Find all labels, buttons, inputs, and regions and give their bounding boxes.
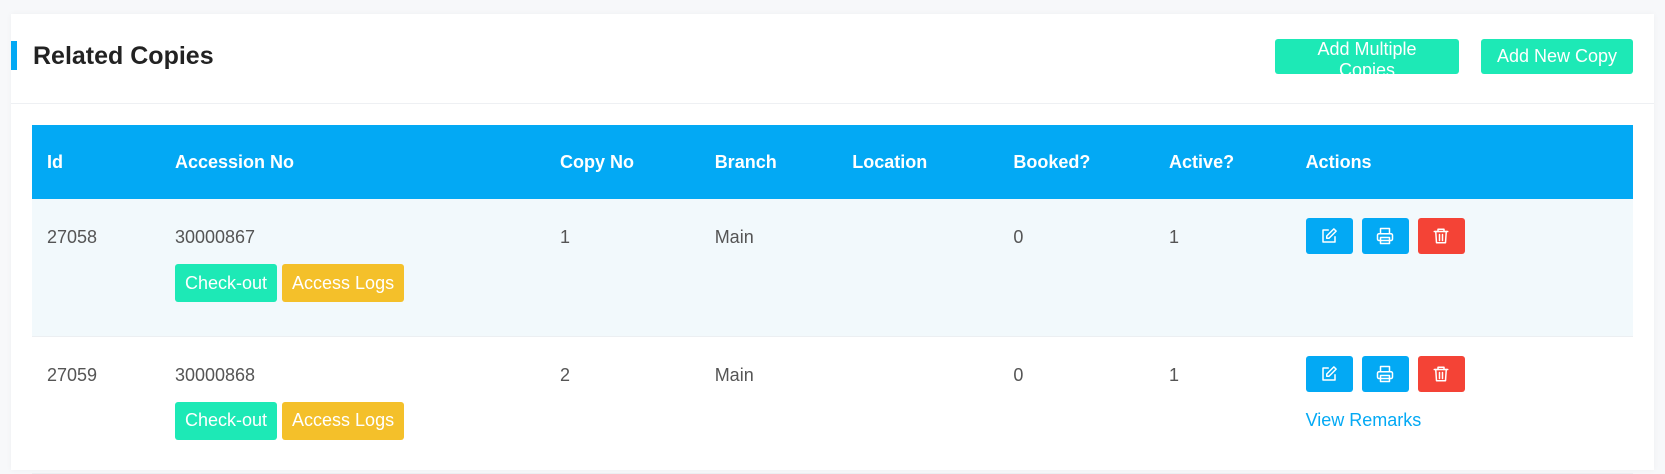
cell-booked: 0 <box>998 199 1154 336</box>
print-icon <box>1376 227 1394 245</box>
trash-icon <box>1433 366 1449 381</box>
accession-value: 30000868 <box>174 364 256 385</box>
id-value: 27058 <box>47 227 98 247</box>
cell-accession: 30000868 Check-out Access Logs <box>160 336 545 473</box>
column-header-active: Active? <box>1169 151 1235 172</box>
active-value: 1 <box>1169 364 1180 385</box>
copies-table: Id Accession No Copy No Branch Location … <box>32 125 1633 474</box>
table-row: 27059 30000868 Check-out Access Logs 2 M… <box>32 336 1633 473</box>
branch-value: Main <box>714 227 754 247</box>
add-multiple-copies-button[interactable]: Add Multiple Copies <box>1275 39 1459 80</box>
edit-button[interactable] <box>1305 355 1353 392</box>
active-value: 1 <box>1169 227 1180 247</box>
table-row: 27058 30000867 Check-out Access Logs 1 M… <box>32 199 1633 336</box>
cell-id: 27058 <box>32 199 160 336</box>
copies-table-wrapper: Id Accession No Copy No Branch Location … <box>32 125 1633 474</box>
cell-actions: View Remarks <box>1291 336 1633 473</box>
access-logs-button[interactable]: Access Logs <box>282 264 405 302</box>
copy-no-value: 2 <box>560 364 571 385</box>
add-new-copy-button[interactable]: Add New Copy <box>1481 39 1633 74</box>
cell-copy-no: 1 <box>545 199 700 336</box>
column-header-location: Location <box>852 151 928 172</box>
cell-id: 27059 <box>32 336 160 473</box>
cell-active: 1 <box>1154 336 1291 473</box>
cell-branch: Main <box>700 199 838 336</box>
title-accent-bar <box>11 41 17 70</box>
branch-value: Main <box>714 364 754 385</box>
copy-no-value: 1 <box>560 227 571 247</box>
column-header-actions: Actions <box>1305 151 1372 172</box>
booked-value: 0 <box>1013 364 1024 385</box>
edit-button[interactable] <box>1305 218 1353 254</box>
card-header: Related Copies Add Multiple Copies Add N… <box>11 14 1654 104</box>
related-copies-card: Related Copies Add Multiple Copies Add N… <box>11 14 1654 473</box>
cell-location <box>837 336 998 473</box>
checkout-button[interactable]: Check-out <box>174 264 278 302</box>
page-title: Related Copies <box>33 42 214 70</box>
print-button[interactable] <box>1361 218 1409 254</box>
accession-value: 30000867 <box>174 227 256 247</box>
cell-accession: 30000867 Check-out Access Logs <box>160 199 545 336</box>
cell-active: 1 <box>1154 199 1291 336</box>
print-button[interactable] <box>1361 355 1409 392</box>
id-value: 27059 <box>47 364 98 385</box>
edit-icon <box>1322 228 1337 243</box>
trash-icon <box>1433 228 1449 244</box>
checkout-button[interactable]: Check-out <box>174 401 278 440</box>
view-remarks-link[interactable]: View Remarks <box>1306 410 1422 431</box>
edit-icon <box>1322 365 1337 381</box>
cell-location <box>837 199 998 336</box>
column-header-accession-no: Accession No <box>174 151 295 172</box>
print-icon <box>1376 365 1394 382</box>
cell-booked: 0 <box>998 336 1154 473</box>
column-header-id: Id <box>47 151 63 172</box>
column-header-booked: Booked? <box>1013 151 1091 172</box>
cell-actions <box>1291 199 1633 336</box>
delete-button[interactable] <box>1417 355 1465 392</box>
cell-branch: Main <box>700 336 838 473</box>
delete-button[interactable] <box>1417 218 1465 254</box>
access-logs-button[interactable]: Access Logs <box>282 401 405 440</box>
column-header-branch: Branch <box>714 151 777 172</box>
booked-value: 0 <box>1013 227 1024 247</box>
column-header-copy-no: Copy No <box>560 151 635 172</box>
cell-copy-no: 2 <box>545 336 700 473</box>
table-header-row: Id Accession No Copy No Branch Location … <box>32 125 1633 199</box>
